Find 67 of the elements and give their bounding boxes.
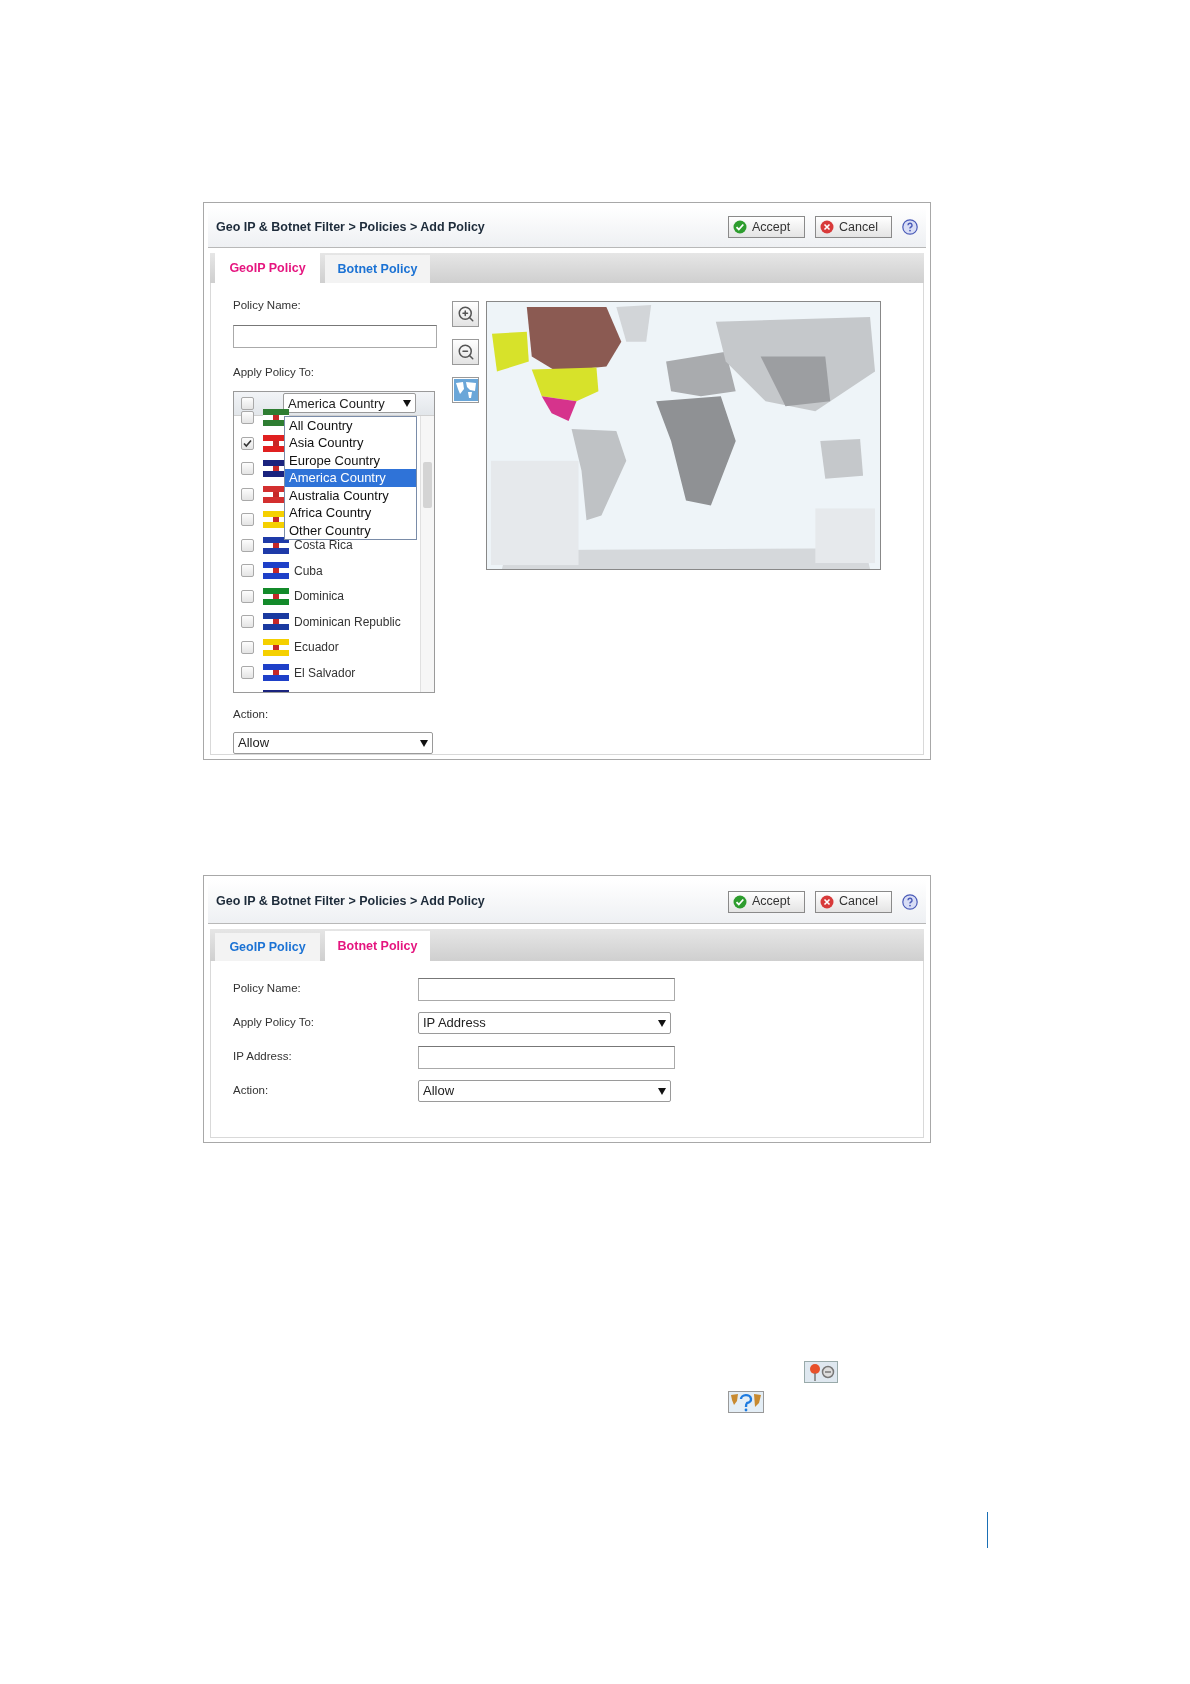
tab[interactable]: GeoIP Policy [215, 253, 320, 284]
dropdown-option[interactable]: Europe Country [285, 451, 416, 470]
check-icon [733, 894, 747, 909]
checkbox[interactable] [241, 589, 254, 603]
checkbox[interactable] [241, 513, 254, 526]
field-label: IP Address: [233, 1049, 293, 1065]
dropdown[interactable]: IP Address [418, 1012, 671, 1034]
caret-icon [658, 1087, 666, 1095]
caret-icon [403, 399, 411, 407]
map-question-icon [728, 1391, 764, 1413]
field-label: Apply Policy To: [233, 1015, 315, 1031]
dropdown-option[interactable]: All Country [285, 416, 416, 435]
dropdown-option[interactable]: Other Country [285, 521, 416, 540]
tab[interactable]: Botnet Policy [325, 255, 430, 284]
pin-minus-icon [804, 1361, 838, 1383]
help-icon[interactable] [902, 219, 918, 236]
text-field[interactable] [418, 977, 675, 1001]
checkbox[interactable] [241, 666, 254, 679]
caret-icon [420, 739, 428, 747]
checkbox[interactable] [241, 615, 254, 628]
country-name: Ecuador [294, 639, 339, 656]
dropdown[interactable]: Allow [418, 1080, 671, 1102]
field-label: Apply Policy To: [233, 364, 315, 380]
tab[interactable]: Botnet Policy [325, 931, 430, 961]
accept-button[interactable]: Accept [728, 216, 805, 239]
cancel-button[interactable]: Cancel [815, 890, 892, 913]
field-label: Action: [233, 1083, 270, 1099]
country-name: Dominican Republic [294, 613, 401, 631]
checkbox[interactable] [241, 564, 254, 577]
zoom-in-button[interactable] [452, 301, 479, 328]
breadcrumb-title: Geo IP & Botnet Filter > Policies > Add Policy [216, 218, 485, 236]
zoom-in-icon [456, 305, 475, 324]
country-name: El Salvador [294, 664, 356, 682]
caret-icon [658, 1019, 666, 1027]
action-dropdown[interactable]: Allow [233, 732, 433, 754]
checkbox[interactable] [241, 487, 254, 501]
zoom-out-icon [456, 343, 475, 362]
checkbox[interactable] [241, 462, 254, 475]
help-icon[interactable] [902, 893, 918, 910]
breadcrumb-title: Geo IP & Botnet Filter > Policies > Add Policy [216, 893, 485, 911]
close-icon [820, 220, 834, 235]
country-name: Dominica [294, 588, 344, 605]
accept-button[interactable]: Accept [728, 890, 805, 913]
world-map-button[interactable] [452, 377, 479, 404]
field-label: Policy Name: [233, 981, 302, 997]
policy-name-field[interactable] [233, 324, 437, 348]
dropdown-option[interactable]: America Country [285, 469, 416, 487]
text-field[interactable] [418, 1045, 675, 1069]
checkbox[interactable] [241, 411, 254, 424]
dropdown-option[interactable]: Australia Country [285, 486, 416, 505]
checkbox[interactable] [241, 396, 254, 410]
field-label: Policy Name: [233, 298, 302, 314]
checkbox[interactable] [241, 640, 254, 654]
scrollbar-thumb[interactable] [423, 461, 432, 508]
check-icon [733, 220, 747, 235]
country-name: Cuba [294, 562, 323, 580]
cancel-button[interactable]: Cancel [815, 216, 892, 239]
zoom-out-button[interactable] [452, 339, 479, 366]
close-icon [820, 894, 834, 909]
region-dropdown[interactable]: America Country [283, 393, 416, 414]
dropdown-option[interactable]: Asia Country [285, 434, 416, 452]
checkbox[interactable] [241, 538, 254, 552]
tab[interactable]: GeoIP Policy [215, 933, 320, 961]
field-label: Action: [233, 706, 270, 722]
dropdown-option[interactable]: Africa Country [285, 504, 416, 522]
country-name: Costa Rica [294, 538, 353, 554]
checkbox[interactable] [241, 436, 254, 450]
